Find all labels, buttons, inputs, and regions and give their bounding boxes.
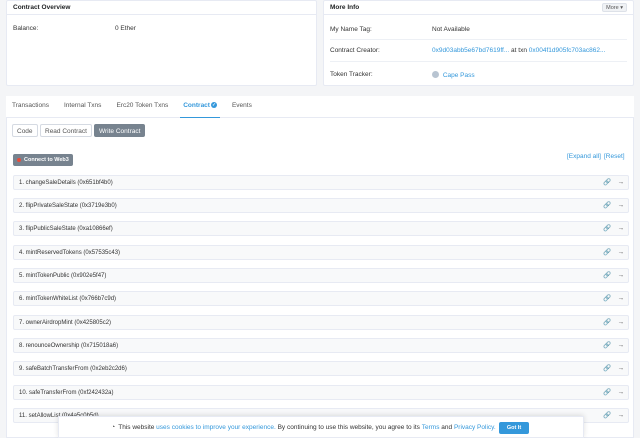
divider — [330, 61, 627, 62]
function-row[interactable]: 1. changeSaleDetails (0x651bf4b0) 🔗 → — [13, 175, 629, 190]
name-tag-row: My Name Tag: Not Available — [330, 26, 627, 33]
creator-row: Contract Creator: 0x9d03abb5e67bd7619ff.… — [330, 47, 627, 54]
contract-overview-card: Contract Overview Balance: 0 Ether — [6, 0, 317, 86]
cookies-link[interactable]: uses cookies to improve your experience. — [156, 424, 276, 431]
link-icon[interactable]: 🔗 — [603, 179, 611, 187]
tab-erc20-token-txns[interactable]: Erc20 Token Txns — [110, 96, 174, 118]
contract-tabs: Transactions Internal Txns Erc20 Token T… — [6, 96, 634, 119]
token-logo-icon — [432, 71, 439, 78]
privacy-policy-link[interactable]: Privacy Policy. — [454, 424, 496, 431]
arrow-right-icon[interactable]: → — [618, 342, 625, 350]
function-row[interactable]: 2. flipPrivateSaleState (0x3719e3b0) 🔗 → — [13, 198, 629, 213]
disconnected-status-icon — [17, 158, 21, 162]
arrow-right-icon[interactable]: → — [618, 272, 625, 280]
arrow-right-icon[interactable]: → — [618, 249, 625, 257]
arrow-right-icon[interactable]: → — [618, 412, 625, 420]
tab-events[interactable]: Events — [226, 96, 258, 118]
name-tag-value: Not Available — [432, 26, 470, 33]
creator-address-link[interactable]: 0x9d03abb5e67bd7619ff... — [432, 47, 509, 54]
arrow-right-icon[interactable]: → — [618, 389, 625, 397]
balance-label: Balance: — [13, 25, 39, 32]
link-icon[interactable]: 🔗 — [603, 319, 611, 327]
link-icon[interactable]: 🔗 — [603, 365, 611, 373]
chevron-down-icon: ▾ — [620, 5, 623, 11]
arrow-right-icon[interactable]: → — [618, 365, 625, 373]
contract-overview-title: Contract Overview — [7, 1, 316, 15]
at-txn-text: at txn — [511, 47, 527, 54]
cookie-icon: ◔ — [111, 423, 116, 431]
link-icon[interactable]: 🔗 — [603, 389, 611, 397]
balance-row: Balance: 0 Ether — [13, 25, 310, 32]
function-row[interactable]: 3. flipPublicSaleState (0xa10866ef) 🔗 → — [13, 221, 629, 236]
more-info-card: More Info More ▾ My Name Tag: Not Availa… — [323, 0, 634, 86]
arrow-right-icon[interactable]: → — [618, 202, 625, 210]
reset-link[interactable]: [Reset] — [604, 153, 625, 160]
link-icon[interactable]: 🔗 — [603, 342, 611, 350]
name-tag-label: My Name Tag: — [330, 26, 372, 33]
expand-all-link[interactable]: [Expand all] — [567, 153, 601, 160]
creator-txn-link[interactable]: 0x004f1d905fc703ac862... — [529, 47, 606, 54]
more-dropdown-button[interactable]: More ▾ — [602, 3, 627, 12]
terms-link[interactable]: Terms — [422, 424, 440, 431]
arrow-right-icon[interactable]: → — [618, 225, 625, 233]
divider — [330, 39, 627, 40]
balance-value: 0 Ether — [115, 25, 136, 32]
function-row[interactable]: 5. mintTokenPublic (0x902e5f47) 🔗 → — [13, 268, 629, 283]
read-contract-button[interactable]: Read Contract — [40, 124, 92, 137]
contract-panel: Code Read Contract Write Contract Connec… — [6, 118, 634, 438]
function-row[interactable]: 4. mintReservedTokens (0x57535c43) 🔗 → — [13, 245, 629, 260]
link-icon[interactable]: 🔗 — [603, 295, 611, 303]
write-contract-button[interactable]: Write Contract — [94, 124, 146, 137]
function-row[interactable]: 10. safeTransferFrom (0xf242432a) 🔗 → — [13, 385, 629, 400]
arrow-right-icon[interactable]: → — [618, 179, 625, 187]
connect-web3-button[interactable]: Connect to Web3 — [13, 154, 73, 166]
link-icon[interactable]: 🔗 — [603, 249, 611, 257]
link-icon[interactable]: 🔗 — [603, 272, 611, 280]
token-tracker-link[interactable]: Cape Pass — [443, 72, 475, 79]
link-icon[interactable]: 🔗 — [603, 202, 611, 210]
verified-check-icon: ✓ — [210, 102, 217, 108]
creator-label: Contract Creator: — [330, 47, 380, 54]
tab-transactions[interactable]: Transactions — [6, 96, 55, 118]
more-info-title: More Info — [330, 4, 360, 11]
token-tracker-row: Token Tracker: Cape Pass — [330, 71, 627, 79]
got-it-button[interactable]: Got It — [499, 422, 529, 434]
arrow-right-icon[interactable]: → — [618, 319, 625, 327]
link-icon[interactable]: 🔗 — [603, 225, 611, 233]
function-row[interactable]: 9. safeBatchTransferFrom (0x2eb2c2d6) 🔗 → — [13, 361, 629, 376]
token-tracker-label: Token Tracker: — [330, 71, 373, 78]
function-row[interactable]: 6. mintTokenWhiteList (0x766b7c9d) 🔗 → — [13, 291, 629, 306]
tab-contract[interactable]: Contract ✓ — [177, 96, 223, 119]
code-button[interactable]: Code — [12, 124, 38, 137]
function-row[interactable]: 7. ownerAirdropMint (0x425805c2) 🔗 → — [13, 315, 629, 330]
tab-internal-txns[interactable]: Internal Txns — [58, 96, 107, 118]
cookie-banner: ◔ This website uses cookies to improve y… — [58, 416, 584, 438]
arrow-right-icon[interactable]: → — [618, 295, 625, 303]
link-icon[interactable]: 🔗 — [603, 412, 611, 420]
function-row[interactable]: 8. renounceOwnership (0x715018a6) 🔗 → — [13, 338, 629, 353]
